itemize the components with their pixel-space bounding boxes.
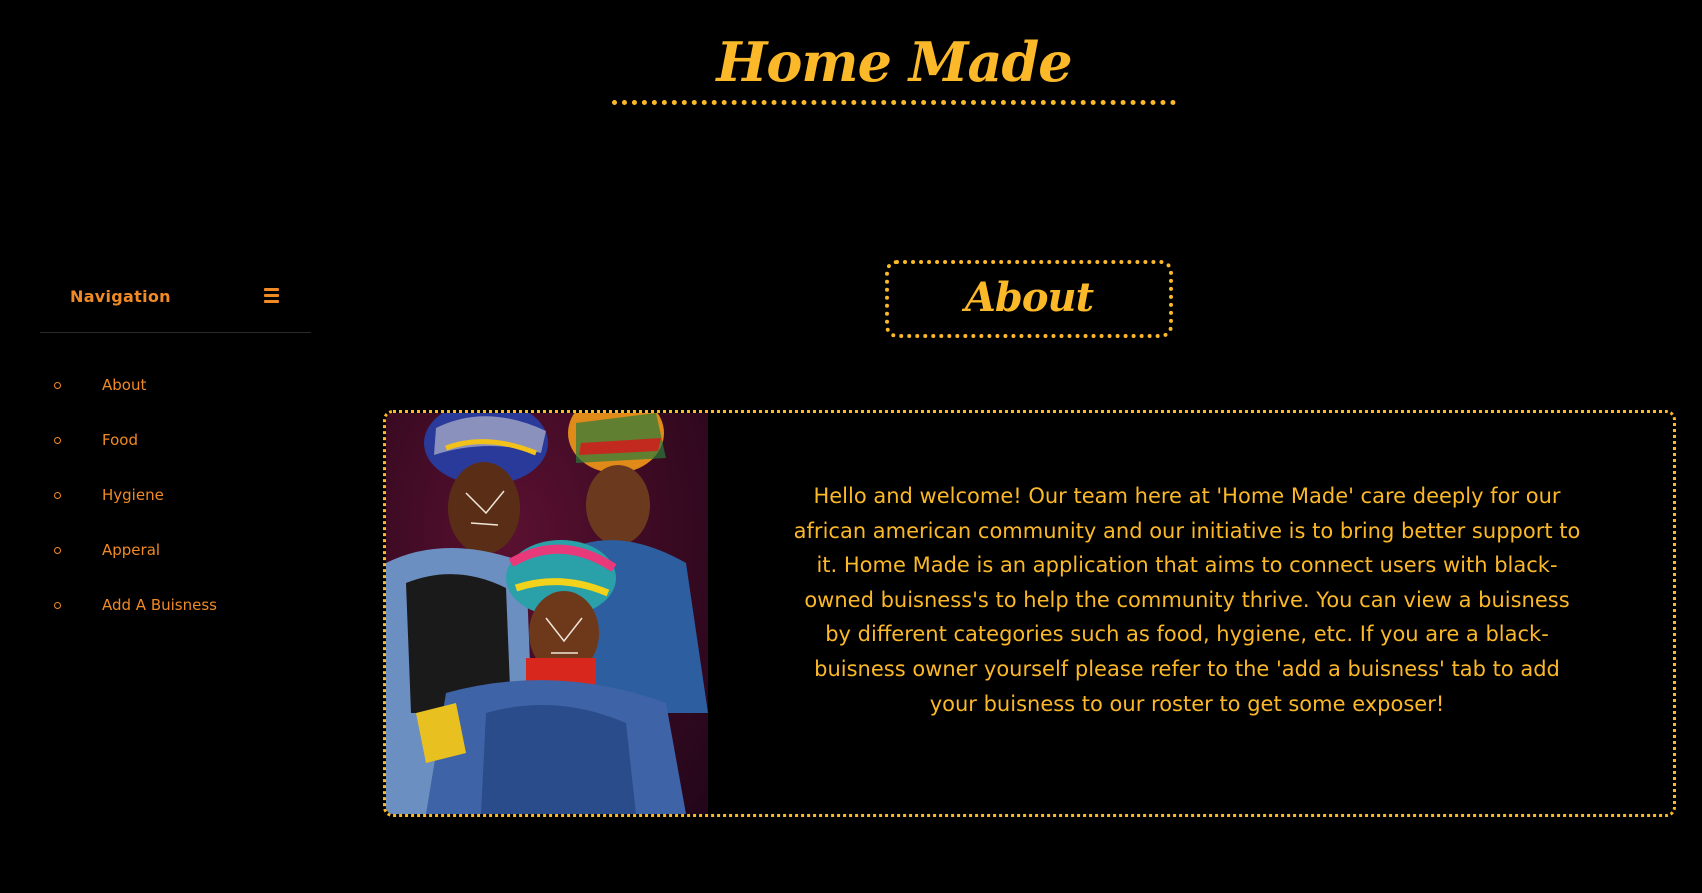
sidebar-nav: Navigation About Food Hygiene Apperal Ad…: [40, 270, 311, 650]
hamburger-menu-icon[interactable]: [264, 288, 280, 303]
community-photo: [386, 413, 708, 814]
nav-item-food[interactable]: Food: [40, 430, 311, 485]
nav-item-label: Food: [102, 431, 138, 449]
nav-item-hygiene[interactable]: Hygiene: [40, 485, 311, 540]
circle-bullet-icon: [54, 492, 61, 499]
nav-list: About Food Hygiene Apperal Add A Buisnes…: [40, 375, 311, 650]
nav-item-label: Add A Buisness: [102, 596, 217, 614]
sidebar-header: Navigation: [40, 270, 311, 333]
about-heading: About: [964, 274, 1094, 321]
circle-bullet-icon: [54, 382, 61, 389]
community-photo-illustration: [386, 413, 708, 814]
nav-item-add-buisness[interactable]: Add A Buisness: [40, 595, 311, 650]
circle-bullet-icon: [54, 547, 61, 554]
circle-bullet-icon: [54, 437, 61, 444]
about-description: Hello and welcome! Our team here at 'Hom…: [793, 484, 1581, 716]
about-heading-box: About: [885, 260, 1173, 338]
site-title: Home Made: [716, 30, 1072, 94]
nav-item-apperal[interactable]: Apperal: [40, 540, 311, 595]
page: Home Made Navigation About Food Hygiene: [0, 0, 1702, 893]
title-underline: [612, 100, 1176, 105]
nav-item-label: Apperal: [102, 541, 161, 559]
nav-item-about[interactable]: About: [40, 375, 311, 430]
nav-item-label: Hygiene: [102, 486, 164, 504]
about-content-card: Hello and welcome! Our team here at 'Hom…: [383, 410, 1676, 817]
circle-bullet-icon: [54, 602, 61, 609]
nav-title: Navigation: [70, 287, 171, 306]
nav-item-label: About: [102, 376, 147, 394]
